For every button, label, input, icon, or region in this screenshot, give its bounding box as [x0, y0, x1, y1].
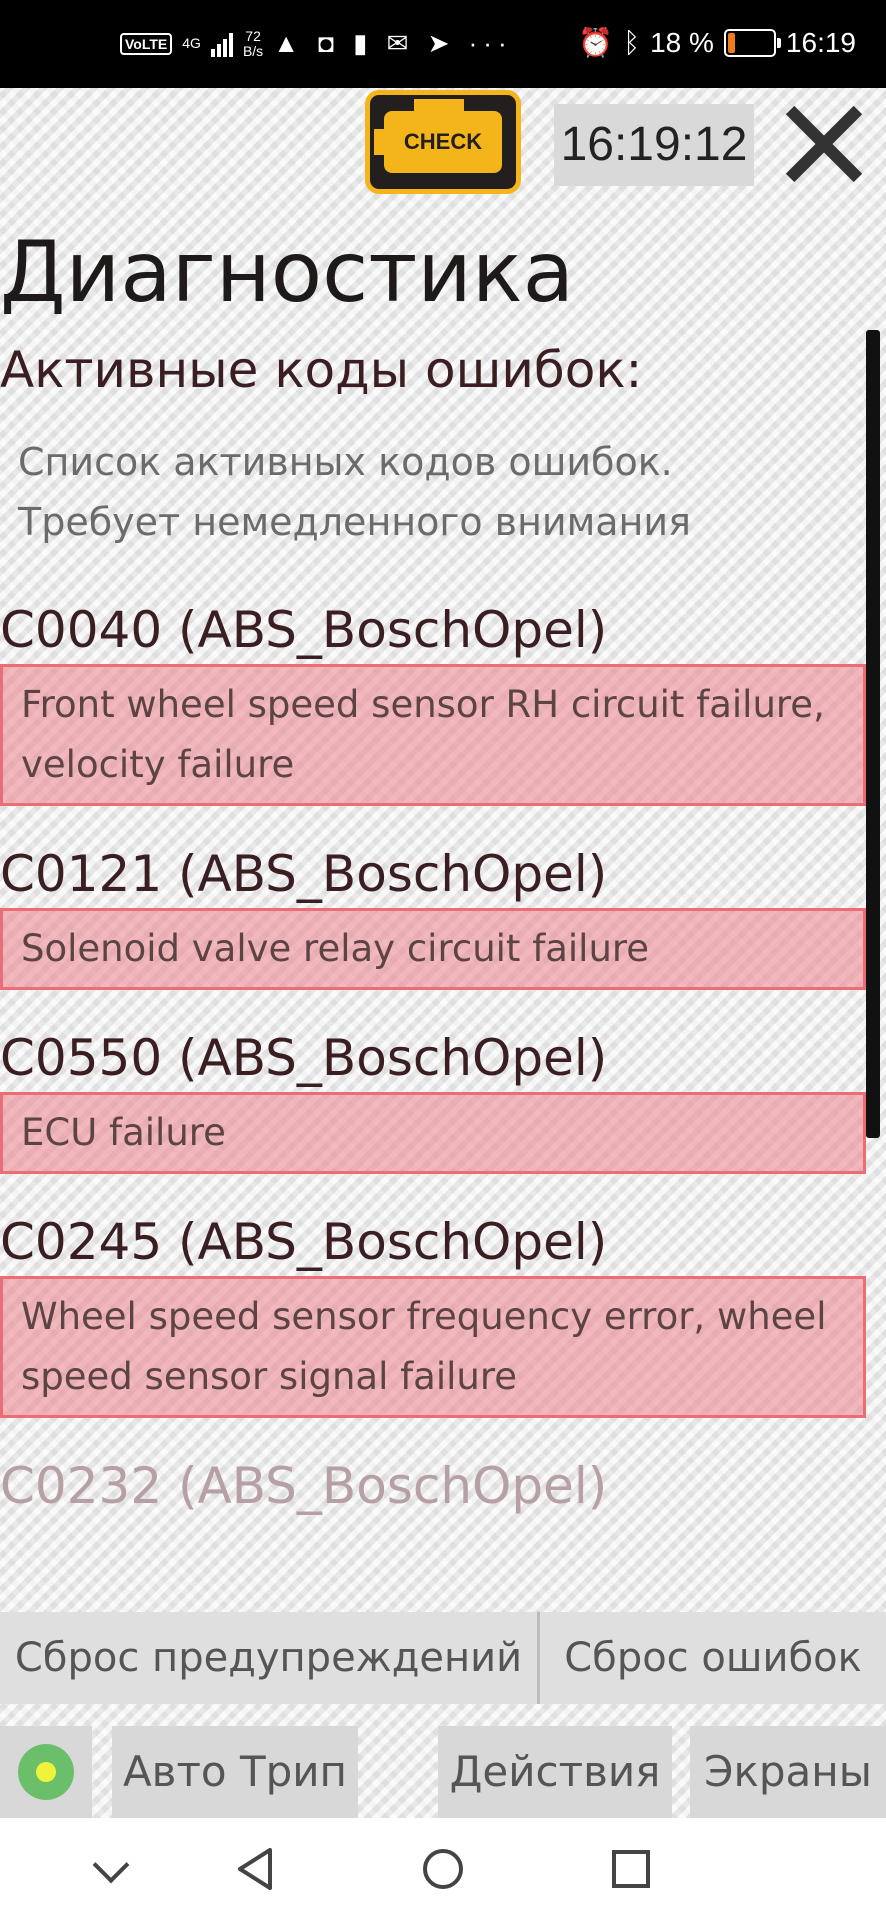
error-description: ECU failure — [0, 1092, 866, 1174]
list-item[interactable]: C0245 (ABS_BoschOpel) Wheel speed sensor… — [0, 1212, 866, 1418]
error-description: Solenoid valve relay circuit failure — [0, 908, 866, 990]
volte-badge: VoLTE — [120, 32, 173, 55]
page-subtitle: Активные коды ошибок: — [0, 341, 643, 399]
status-bar: VoLTE 4G 72 B/s ▲ ◘ ▮ ✉ ➤ ··· ⏰ ᛒ 18 % 16… — [0, 0, 886, 88]
home-icon[interactable] — [418, 1844, 468, 1894]
list-item[interactable]: C0232 (ABS_BoschOpel) — [0, 1456, 866, 1520]
back-icon[interactable] — [232, 1844, 282, 1894]
check-engine-icon: CHECK — [374, 99, 502, 173]
system-nav-bar — [0, 1818, 886, 1920]
app-toolbar: Авто Трип Действия Экраны — [0, 1722, 886, 1818]
connection-status-button[interactable] — [0, 1726, 92, 1818]
reset-button-bar: Сброс предупреждений Сброс ошибок — [0, 1612, 886, 1704]
close-icon[interactable] — [774, 96, 874, 192]
signal-icon — [210, 31, 233, 57]
speed-value: 72 — [245, 27, 261, 44]
battery-percent: 18 % — [650, 26, 714, 58]
error-code: C0245 (ABS_BoschOpel) — [0, 1213, 608, 1271]
screens-button[interactable]: Экраны — [690, 1726, 886, 1818]
hide-keyboard-icon[interactable] — [86, 1844, 136, 1894]
scrollbar[interactable] — [866, 330, 880, 1138]
connection-led-icon — [18, 1744, 74, 1800]
list-item[interactable]: C0040 (ABS_BoschOpel) Front wheel speed … — [0, 600, 866, 806]
actions-button[interactable]: Действия — [438, 1726, 672, 1818]
status-right: ⏰ ᛒ 18 % 16:19 — [578, 26, 856, 59]
page-description: Список активных кодов ошибок. Требует не… — [18, 440, 691, 544]
check-engine-button[interactable]: CHECK — [365, 90, 521, 194]
reset-warnings-button[interactable]: Сброс предупреждений — [0, 1612, 540, 1704]
error-code: C0232 (ABS_BoschOpel) — [0, 1457, 608, 1515]
network-type: 4G — [182, 35, 201, 51]
error-code: C0121 (ABS_BoschOpel) — [0, 845, 608, 903]
status-left: VoLTE 4G 72 B/s ▲ ◘ ▮ ✉ ➤ ··· — [120, 28, 513, 59]
error-description: Wheel speed sensor frequency error, whee… — [0, 1276, 866, 1418]
error-code: C0550 (ABS_BoschOpel) — [0, 1029, 608, 1087]
status-time: 16:19 — [785, 26, 856, 58]
reset-errors-button[interactable]: Сброс ошибок — [540, 1612, 886, 1704]
recent-apps-icon[interactable] — [606, 1844, 656, 1894]
battery-icon — [723, 28, 781, 57]
list-item[interactable]: C0121 (ABS_BoschOpel) Solenoid valve rel… — [0, 844, 866, 990]
list-item[interactable]: C0550 (ABS_BoschOpel) ECU failure — [0, 1028, 866, 1174]
error-code-list[interactable]: C0040 (ABS_BoschOpel) Front wheel speed … — [0, 600, 866, 1612]
data-speed: 72 B/s — [242, 27, 264, 59]
error-description: Front wheel speed sensor RH circuit fail… — [0, 664, 866, 806]
check-label: CHECK — [403, 129, 483, 154]
alarm-icon: ⏰ — [578, 27, 614, 58]
auto-trip-button[interactable]: Авто Трип — [112, 1726, 358, 1818]
notification-icons: ▲ ◘ ▮ ✉ ➤ ··· — [273, 28, 513, 58]
error-code: C0040 (ABS_BoschOpel) — [0, 601, 608, 659]
speed-unit: B/s — [242, 42, 264, 59]
bluetooth-icon: ᛒ — [623, 26, 641, 58]
clock-display: 16:19:12 — [554, 104, 754, 186]
page-title: Диагностика — [0, 223, 575, 321]
